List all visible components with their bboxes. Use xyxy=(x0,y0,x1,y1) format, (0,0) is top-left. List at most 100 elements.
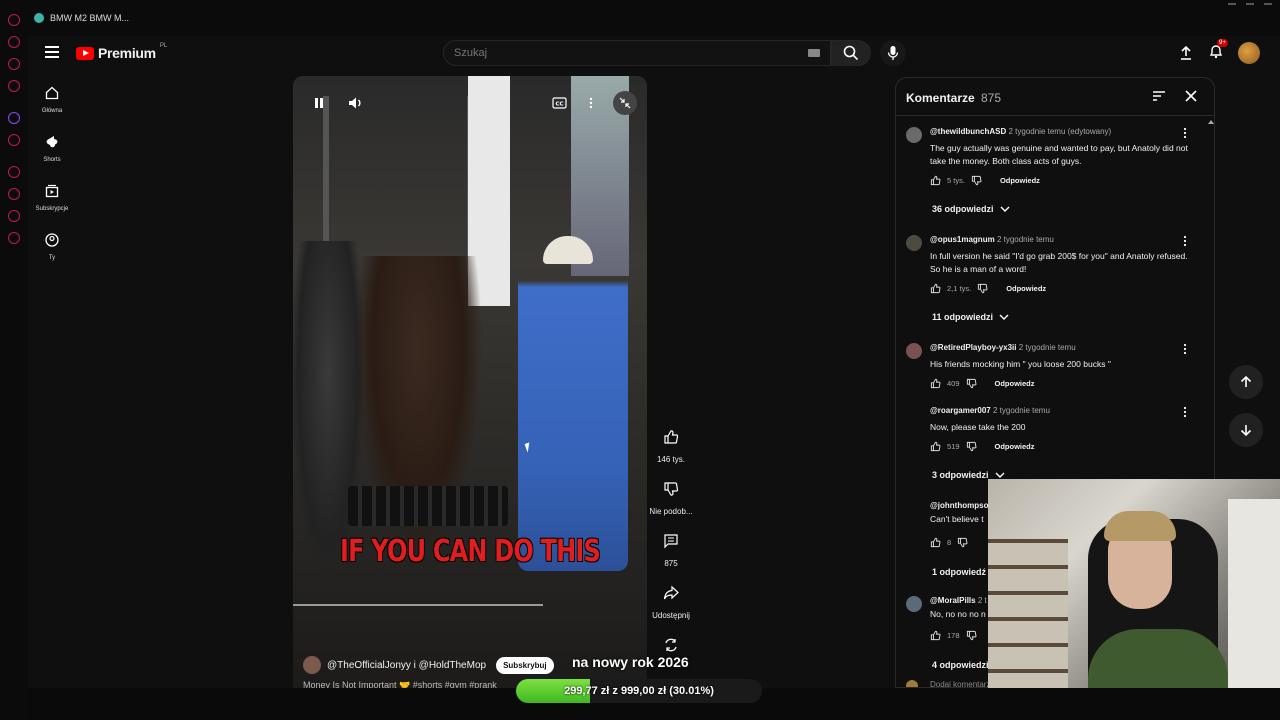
channel-avatar[interactable] xyxy=(303,656,321,674)
browser-app-icon[interactable] xyxy=(8,14,20,26)
thumbs-up-icon[interactable] xyxy=(930,537,941,548)
shorts-video-player[interactable]: IF YOU CAN DO THIS CC @TheOfficialJonyy … xyxy=(293,76,647,688)
replies-count: 4 odpowiedzi xyxy=(932,660,989,670)
comments-button[interactable]: 875 xyxy=(648,526,694,568)
volume-button[interactable] xyxy=(346,94,366,112)
browser-app-icon[interactable] xyxy=(8,166,20,178)
comment-more-icon[interactable] xyxy=(1183,343,1187,355)
thumbs-down-icon[interactable] xyxy=(977,283,988,294)
close-icon[interactable] xyxy=(1184,89,1198,103)
pause-button[interactable] xyxy=(309,94,329,112)
browser-tab[interactable]: BMW M2 BMW M... xyxy=(34,13,129,23)
search-button[interactable] xyxy=(831,40,871,66)
browser-app-icon[interactable] xyxy=(8,80,20,92)
minimize-icon[interactable] xyxy=(1228,3,1236,5)
reply-button[interactable]: Odpowiedz xyxy=(1000,176,1040,185)
browser-app-icon[interactable] xyxy=(8,36,20,48)
thumbs-down-icon[interactable] xyxy=(971,175,982,186)
comment-more-icon[interactable] xyxy=(1183,235,1187,247)
share-button[interactable]: Udostępnij xyxy=(648,578,694,620)
collapse-icon xyxy=(619,97,631,109)
browser-app-icon[interactable] xyxy=(8,210,20,222)
comment-time: 2 tygodnie temu xyxy=(992,406,1050,415)
comment-more-icon[interactable] xyxy=(1183,127,1187,139)
upload-icon[interactable] xyxy=(1178,45,1194,61)
thumbs-up-icon[interactable] xyxy=(930,283,941,294)
notification-badge: 9+ xyxy=(1217,38,1228,47)
comment-time: 2 t xyxy=(977,596,987,605)
comment-author[interactable]: @johnthompso xyxy=(930,501,988,510)
commenter-avatar[interactable] xyxy=(906,235,922,251)
comment-like-count: 2,1 tys. xyxy=(947,284,972,293)
youtube-play-icon xyxy=(76,46,94,60)
thumbs-up-icon[interactable] xyxy=(930,441,941,452)
menu-icon[interactable] xyxy=(45,46,59,58)
channel-name[interactable]: @TheOfficialJonyy i @HoldTheMop xyxy=(327,660,486,671)
volume-icon xyxy=(349,97,361,109)
previous-short-button[interactable] xyxy=(1229,365,1263,399)
video-frame-plates xyxy=(348,486,508,526)
browser-app-icon[interactable] xyxy=(8,134,20,146)
comment-time: 2 tygodnie temu xyxy=(996,235,1054,244)
twitch-icon[interactable] xyxy=(8,112,20,124)
subscribe-button[interactable]: Subskrybuj xyxy=(496,656,554,674)
replies-toggle[interactable]: 11 odpowiedzi xyxy=(932,312,1009,322)
more-options-button[interactable] xyxy=(581,94,601,112)
captions-button[interactable]: CC xyxy=(549,94,569,112)
thumbs-down-icon[interactable] xyxy=(966,630,977,641)
sidebar-item-label: Główna xyxy=(41,108,63,114)
close-window-icon[interactable] xyxy=(1264,3,1272,5)
sidebar-item-you[interactable]: Ty xyxy=(28,233,76,261)
reply-button[interactable]: Odpowiedz xyxy=(1006,284,1046,293)
youtube-logo[interactable]: Premium PL xyxy=(76,43,167,61)
comment-author[interactable]: @MoralPills xyxy=(930,596,976,605)
like-button[interactable]: 146 tys. xyxy=(648,422,694,464)
history-icon[interactable] xyxy=(8,188,20,200)
streamer-webcam xyxy=(988,479,1280,720)
replies-toggle[interactable]: 4 odpowiedzi xyxy=(932,660,989,670)
comment-author[interactable]: @roargamer007 xyxy=(930,406,991,415)
replies-toggle[interactable]: 36 odpowiedzi xyxy=(932,204,1010,214)
voice-search-button[interactable] xyxy=(880,40,906,66)
comment-text: His friends mocking him " you loose 200 … xyxy=(930,359,1111,369)
thumbs-up-icon[interactable] xyxy=(930,630,941,641)
commenter-avatar[interactable] xyxy=(906,343,922,359)
search-input[interactable] xyxy=(444,41,764,65)
commenter-avatar[interactable] xyxy=(906,127,922,143)
reply-button[interactable]: Odpowiedz xyxy=(995,379,1035,388)
sidebar-item-label: Subskrypcje xyxy=(35,206,69,212)
comment-text: Now, please take the 200 xyxy=(930,422,1026,432)
sort-icon[interactable] xyxy=(1152,90,1166,102)
comment-author[interactable]: @thewildbunchASD xyxy=(930,127,1006,136)
sidebar-item-subscriptions[interactable]: Subskrypcje xyxy=(28,184,76,212)
notifications-button[interactable]: 9+ xyxy=(1208,38,1228,64)
my-avatar xyxy=(906,680,918,687)
dislike-button[interactable]: Nie podob... xyxy=(648,474,694,516)
thumbs-down-icon[interactable] xyxy=(966,441,977,452)
comment-more-icon[interactable] xyxy=(1183,406,1187,418)
sidebar-item-home[interactable]: Główna xyxy=(28,86,76,114)
user-icon xyxy=(45,233,59,247)
next-short-button[interactable] xyxy=(1229,413,1263,447)
thumbs-up-icon[interactable] xyxy=(930,378,941,389)
comment-author[interactable]: @opus1magnum xyxy=(930,235,995,244)
replies-count: 11 odpowiedzi xyxy=(932,312,994,322)
maximize-icon[interactable] xyxy=(1246,3,1254,5)
thumbs-down-icon[interactable] xyxy=(966,378,977,389)
reply-button[interactable]: Odpowiedz xyxy=(995,442,1035,451)
browser-app-icon[interactable] xyxy=(8,58,20,70)
video-progress-line[interactable] xyxy=(293,604,543,606)
video-description[interactable]: Money Is Not Important 🤝 #shorts #gym #p… xyxy=(303,680,497,688)
search-box xyxy=(443,40,831,66)
thumbs-up-icon[interactable] xyxy=(930,175,941,186)
thumbs-down-icon[interactable] xyxy=(957,537,968,548)
settings-icon[interactable] xyxy=(8,232,20,244)
account-avatar[interactable] xyxy=(1238,42,1260,64)
channel-row: @TheOfficialJonyy i @HoldTheMop Subskryb… xyxy=(303,656,554,674)
commenter-avatar[interactable] xyxy=(906,596,922,612)
keyboard-icon[interactable] xyxy=(808,49,820,57)
collapse-button[interactable] xyxy=(613,91,637,115)
replies-toggle[interactable]: 1 odpowiedź xyxy=(932,567,986,577)
sidebar-item-shorts[interactable]: Shorts xyxy=(28,135,76,163)
comment-author[interactable]: @RetiredPlayboy-yx3ii xyxy=(930,343,1017,352)
